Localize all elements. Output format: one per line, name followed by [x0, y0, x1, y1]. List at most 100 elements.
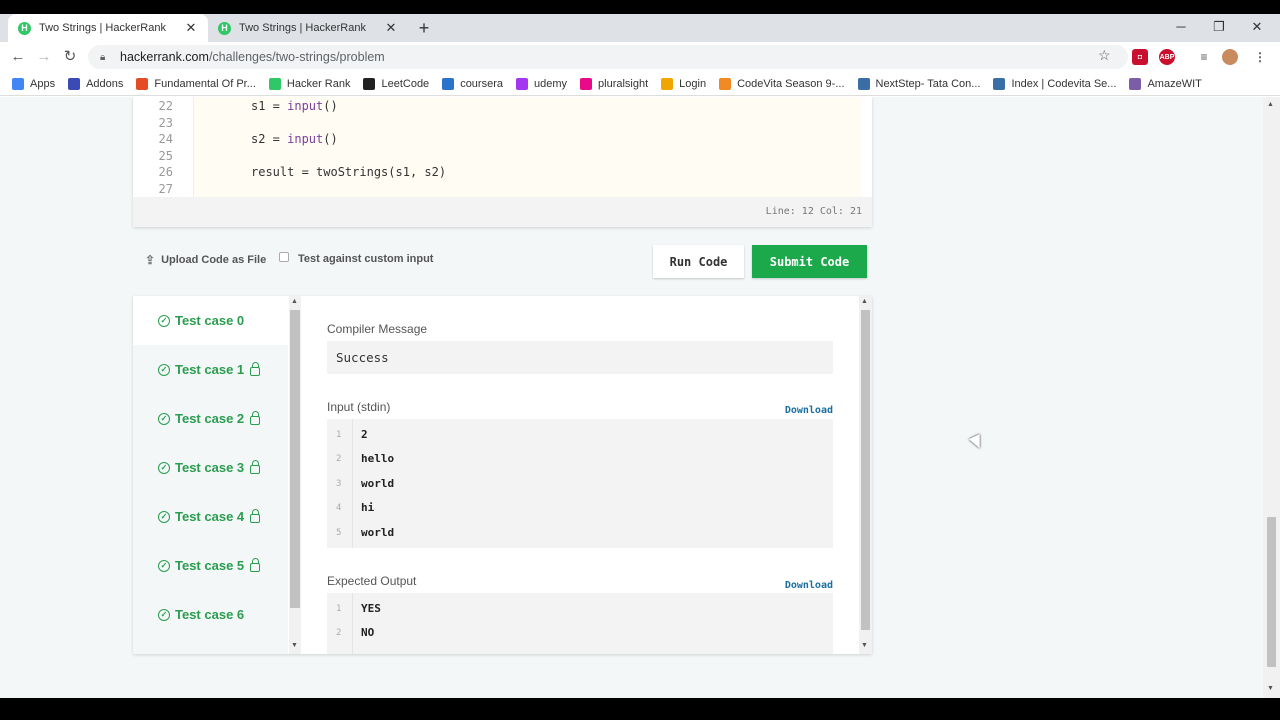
testcase-item[interactable]: ✓ Test case 3	[133, 443, 288, 492]
scroll-thumb[interactable]	[1267, 517, 1276, 667]
bottom-frame	[0, 698, 1280, 720]
testcase-item[interactable]: ✓ Test case 5	[133, 541, 288, 590]
bookmark-favicon-icon	[857, 77, 870, 90]
bookmark-item[interactable]: Fundamental Of Pr...	[136, 77, 256, 90]
code-line[interactable]: result = twoStrings(s1, s2)	[251, 164, 446, 181]
url-host: hackerrank.com	[120, 50, 209, 64]
upload-code-link[interactable]: ⇪ Upload Code as File	[145, 253, 266, 267]
tab-strip: H Two Strings | HackerRank ✕ H Two Strin…	[0, 14, 1280, 42]
row-value: world	[361, 525, 395, 539]
adblock-icon[interactable]: ABP	[1159, 49, 1175, 65]
bookmark-label: AmazeWIT	[1147, 77, 1202, 90]
custom-input-checkbox[interactable]	[279, 252, 289, 262]
bookmark-item[interactable]: LeetCode	[363, 77, 429, 90]
tab-title: Two Strings | HackerRank	[39, 22, 166, 34]
bookmark-label: Fundamental Of Pr...	[154, 77, 256, 90]
row-number: 1	[336, 430, 342, 440]
expected-download-link[interactable]: Download	[785, 580, 833, 591]
bookmark-item[interactable]: udemy	[515, 77, 568, 90]
row-value: YES	[361, 602, 381, 615]
testcase-item[interactable]: ✓ Test case 2	[133, 394, 288, 443]
testcase-item[interactable]: ✓ Test case 6	[133, 590, 288, 639]
bookmark-item[interactable]: Hacker Rank	[268, 77, 350, 90]
bookmark-favicon-icon	[515, 77, 528, 90]
bookmark-label: CodeVita Season 9-...	[737, 77, 845, 90]
close-icon[interactable]: ✕	[184, 20, 198, 36]
bookmark-item[interactable]: Apps	[12, 77, 55, 90]
scroll-thumb[interactable]	[861, 310, 870, 630]
forward-icon[interactable]: →	[34, 47, 54, 67]
check-circle-icon: ✓	[158, 559, 170, 572]
scroll-up-icon[interactable]: ▲	[861, 298, 868, 305]
scroll-up-icon[interactable]: ▲	[1267, 101, 1274, 108]
reload-icon[interactable]: ↻	[60, 47, 80, 67]
run-code-button[interactable]: Run Code	[653, 245, 744, 278]
row-number: 2	[336, 628, 342, 639]
browser-window: H Two Strings | HackerRank ✕ H Two Strin…	[0, 0, 1280, 720]
window-close-icon[interactable]: ✕	[1238, 14, 1276, 42]
row-number: 2	[336, 454, 342, 465]
tab-title: Two Strings | HackerRank	[239, 22, 366, 34]
submit-code-button[interactable]: Submit Code	[752, 245, 867, 278]
output-row: 3 world	[327, 472, 833, 496]
address-bar[interactable]: 🔒︎ hackerrank.com/challenges/two-strings…	[88, 45, 1128, 69]
bookmark-item[interactable]: Index | Codevita Se...	[993, 77, 1116, 90]
output-row: 5 world	[327, 521, 833, 545]
testcase-scrollbar[interactable]: ▲ ▼	[289, 296, 301, 654]
code-line[interactable]: s2 = input()	[251, 131, 338, 148]
minimize-icon[interactable]: ─	[1162, 14, 1200, 42]
editor-actions: ⇪ Upload Code as File Test against custo…	[133, 245, 872, 281]
bookmark-item[interactable]: NextStep- Tata Con...	[857, 77, 980, 90]
line-number: 26	[158, 165, 173, 180]
check-circle-icon: ✓	[158, 314, 170, 327]
scroll-down-icon[interactable]: ▼	[291, 642, 298, 649]
bookmark-label: pluralsight	[598, 77, 649, 90]
testcase-item[interactable]: ✓ Test case 0	[133, 296, 288, 345]
pocket-icon[interactable]: ◘	[1132, 49, 1148, 65]
bookmark-favicon-icon	[442, 77, 455, 90]
bookmark-favicon-icon	[719, 77, 732, 90]
testcase-item[interactable]: ✓ Test case 4	[133, 492, 288, 541]
tab-active[interactable]: H Two Strings | HackerRank ✕	[8, 14, 208, 42]
scroll-down-icon[interactable]: ▼	[1267, 685, 1274, 692]
bookmark-item[interactable]: coursera	[442, 77, 503, 90]
code-editor[interactable]: Line: 12 Col: 21 22 s1 = input() 23 24 s2 = …	[133, 97, 872, 227]
row-value: NO	[361, 626, 375, 640]
scroll-up-icon[interactable]: ▲	[291, 298, 298, 305]
hackerrank-favicon-icon: H	[18, 21, 31, 35]
input-download-link[interactable]: Download	[785, 405, 833, 416]
back-icon[interactable]: ←	[8, 47, 28, 67]
scroll-down-icon[interactable]: ▼	[861, 642, 868, 649]
row-value: world	[361, 476, 395, 490]
media-icon[interactable]: ≡	[1196, 49, 1212, 65]
testcase-label: Test case 3	[175, 460, 245, 475]
menu-icon[interactable]: ⋮	[1252, 49, 1268, 65]
bookmark-star-icon[interactable]: ☆	[1098, 47, 1111, 64]
new-tab-icon[interactable]: +	[414, 16, 434, 40]
bookmark-item[interactable]: Addons	[68, 77, 123, 90]
line-number: 23	[158, 115, 173, 130]
avatar[interactable]	[1222, 49, 1238, 65]
row-value: 2	[361, 428, 368, 441]
tab-inactive[interactable]: H Two Strings | HackerRank ✕	[208, 14, 408, 42]
bookmark-item[interactable]: CodeVita Season 9-...	[719, 77, 845, 90]
custom-input-toggle[interactable]: Test against custom input	[279, 252, 433, 265]
bookmark-favicon-icon	[993, 77, 1006, 90]
close-icon[interactable]: ✕	[384, 20, 398, 36]
results-panel: ✓ Test case 0 ✓ Test case 1 ✓ Test case 2 ✓ Tes…	[133, 296, 872, 654]
maximize-icon[interactable]: ❐	[1200, 14, 1238, 42]
row-number: 4	[336, 503, 342, 514]
code-line[interactable]: s1 = input()	[251, 98, 338, 115]
output-scrollbar[interactable]: ▲ ▼	[859, 296, 872, 654]
bookmark-label: udemy	[533, 77, 568, 90]
check-circle-icon: ✓	[158, 363, 170, 376]
bookmark-item[interactable]: pluralsight	[580, 77, 649, 90]
page-scrollbar[interactable]: ▲ ▼	[1263, 97, 1280, 698]
lock-icon	[250, 410, 261, 425]
bookmark-item[interactable]: AmazeWIT	[1129, 77, 1202, 90]
testcase-output: Compiler Message Success Input (stdin) D…	[327, 296, 833, 654]
testcase-item[interactable]: ✓ Test case 1	[133, 345, 288, 394]
bookmark-item[interactable]: Login	[661, 77, 706, 90]
check-circle-icon: ✓	[158, 510, 170, 523]
scroll-thumb[interactable]	[290, 310, 300, 608]
